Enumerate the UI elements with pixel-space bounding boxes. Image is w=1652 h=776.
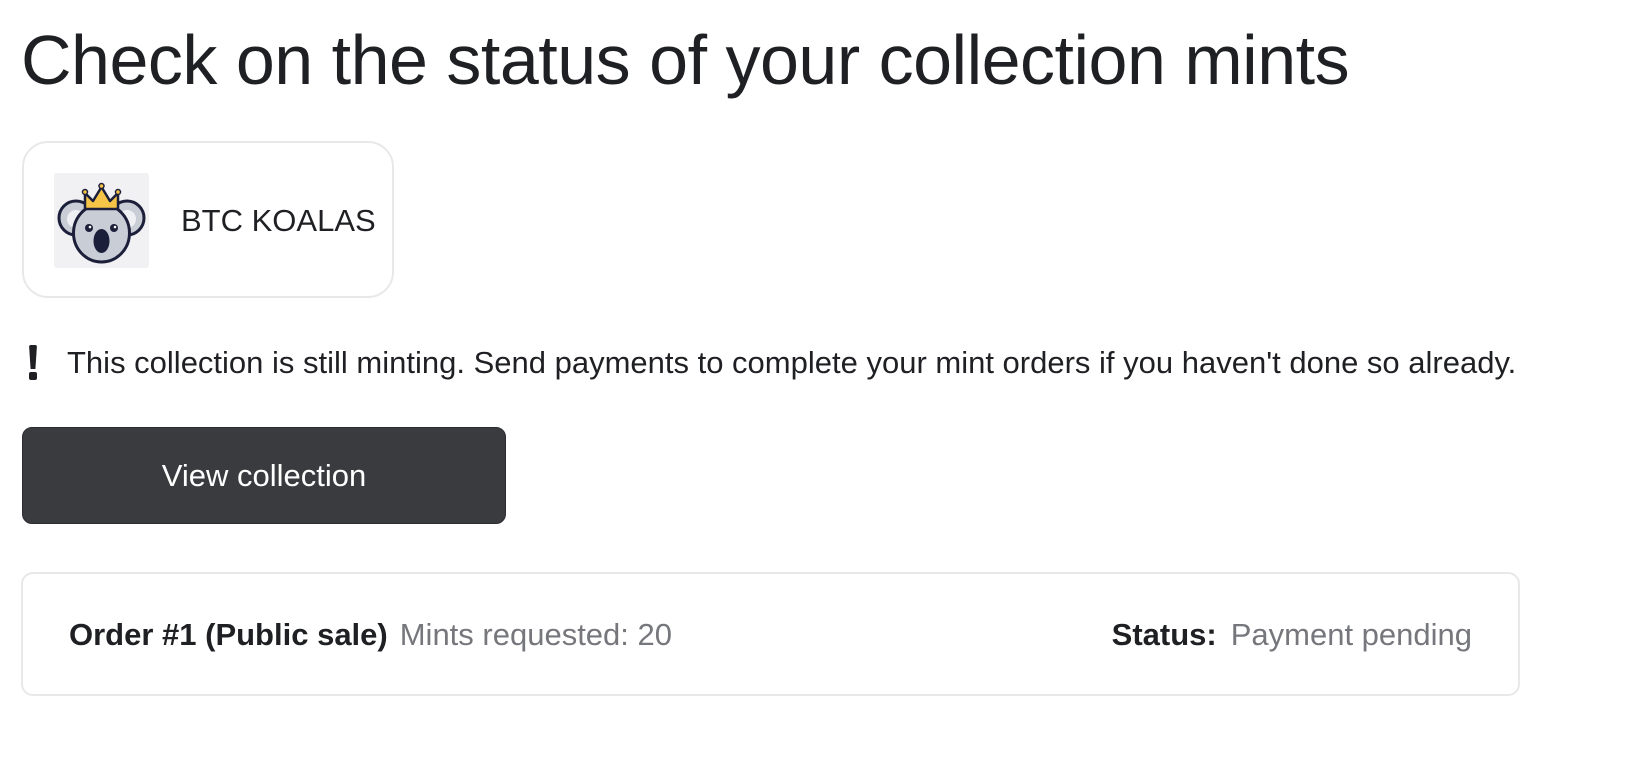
order-summary: Order #1 (Public sale) Mints requested: 2… <box>69 616 672 654</box>
view-collection-button[interactable]: View collection <box>22 427 506 524</box>
status-value: Payment pending <box>1230 617 1472 652</box>
collection-name: BTC KOALAS <box>181 203 376 238</box>
status-label: Status: <box>1111 617 1217 652</box>
page-title: Check on the status of your collection m… <box>21 21 1350 99</box>
koala-crown-icon <box>54 173 149 268</box>
exclamation-icon <box>26 345 40 381</box>
order-title: Order #1 (Public sale) <box>69 617 388 652</box>
order-status: Status: Payment pending <box>1112 616 1472 654</box>
notice-text: This collection is still minting. Send p… <box>67 345 1517 380</box>
mints-requested: Mints requested: 20 <box>399 617 672 652</box>
order-card: Order #1 (Public sale) Mints requested: 2… <box>21 572 1520 696</box>
collection-card[interactable]: BTC KOALAS <box>22 141 394 298</box>
collection-thumbnail <box>54 173 149 268</box>
